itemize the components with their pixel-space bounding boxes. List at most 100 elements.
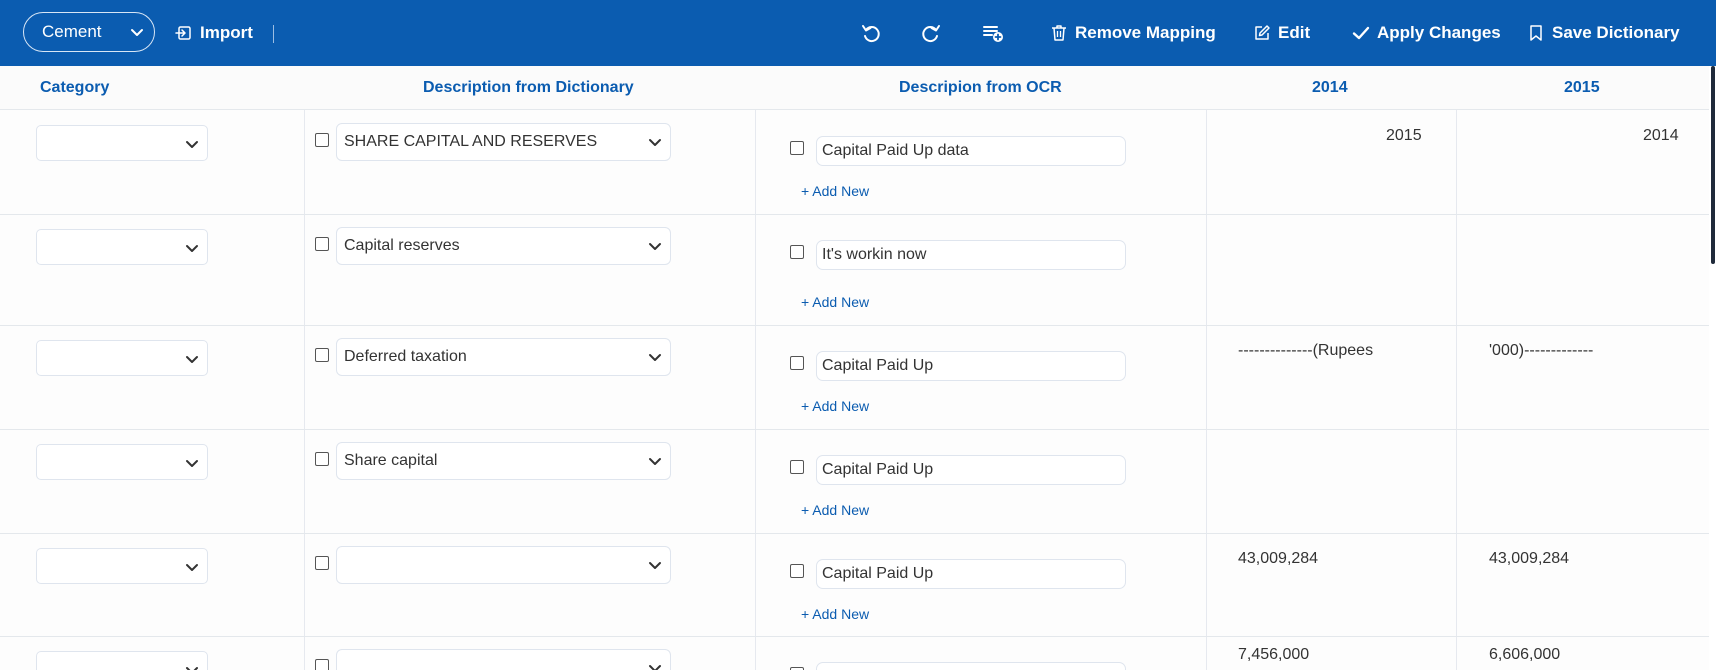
dictionary-select[interactable] [336, 649, 671, 670]
table-row: Capital Paid Up + Add New 43,009,284 43,… [0, 534, 1709, 637]
dictionary-select-value: Deferred taxation [344, 348, 467, 365]
add-new-link[interactable]: + Add New [801, 606, 869, 622]
dictionary-select[interactable]: Share capital [336, 442, 671, 480]
save-dictionary-label: Save Dictionary [1552, 23, 1680, 42]
add-new-link[interactable]: + Add New [801, 294, 869, 310]
apply-changes-label: Apply Changes [1377, 23, 1501, 42]
year-2014-value: 43,009,284 [1238, 550, 1319, 567]
ocr-checkbox[interactable] [790, 356, 804, 370]
chevron-down-icon [186, 667, 198, 670]
dictionary-select-value: SHARE CAPITAL AND RESERVES [344, 133, 598, 150]
chevron-down-icon [186, 141, 198, 148]
add-new-link[interactable]: + Add New [801, 183, 869, 199]
import-label: Import [200, 23, 253, 42]
dictionary-select[interactable]: SHARE CAPITAL AND RESERVES [336, 123, 671, 161]
add-list-icon[interactable] [982, 22, 1004, 44]
year-2015-value: '000)------------- [1489, 342, 1594, 359]
check-icon [1352, 26, 1370, 40]
chevron-down-icon [186, 356, 198, 363]
chevron-down-icon [131, 29, 143, 36]
dictionary-select-value: Capital reserves [344, 237, 460, 254]
ocr-description-text: Capital Paid Up data [822, 142, 969, 159]
header-year-2014[interactable]: 2014 [1312, 66, 1348, 110]
import-button[interactable]: Import [175, 22, 253, 44]
year-2015-value: 6,606,000 [1489, 646, 1561, 663]
chevron-down-icon [186, 245, 198, 252]
trash-icon [1052, 25, 1066, 41]
edit-button[interactable]: Edit [1253, 22, 1310, 44]
toolbar: Cement Import Remove Mapping Edit Apply … [0, 0, 1716, 66]
dictionary-checkbox[interactable] [315, 556, 329, 570]
dictionary-select[interactable]: Capital reserves [336, 227, 671, 265]
dictionary-select[interactable]: Deferred taxation [336, 338, 671, 376]
year-2015-value: 43,009,284 [1489, 550, 1570, 567]
category-select[interactable] [36, 340, 208, 376]
year-2014-value: --------------(Rupees [1238, 342, 1374, 359]
import-icon [175, 26, 191, 40]
apply-changes-button[interactable]: Apply Changes [1352, 22, 1501, 44]
dataset-select[interactable]: Cement [23, 12, 155, 52]
bookmark-icon [1530, 25, 1542, 41]
remove-mapping-button[interactable]: Remove Mapping [1050, 22, 1216, 44]
dictionary-checkbox[interactable] [315, 133, 329, 147]
chevron-down-icon [649, 243, 661, 250]
category-select[interactable] [36, 125, 208, 161]
ocr-description-text: Capital Paid Up [822, 357, 934, 374]
ocr-checkbox[interactable] [790, 460, 804, 474]
ocr-description-text: It's workin now [822, 246, 927, 263]
category-select[interactable] [36, 444, 208, 480]
chevron-down-icon [649, 562, 661, 569]
add-new-link[interactable]: + Add New [801, 398, 869, 414]
year-2014-value: 2015 [1386, 127, 1422, 144]
ocr-checkbox[interactable] [790, 141, 804, 155]
dictionary-checkbox[interactable] [315, 237, 329, 251]
mapping-table: Category Description from Dictionary Des… [0, 66, 1709, 670]
dataset-select-value: Cement [42, 22, 102, 41]
dictionary-select[interactable] [336, 546, 671, 584]
ocr-checkbox[interactable] [790, 564, 804, 578]
table-row: 7,456,000 6,606,000 [0, 637, 1709, 670]
header-description-dictionary[interactable]: Description from Dictionary [423, 66, 634, 110]
chevron-down-icon [186, 564, 198, 571]
toolbar-separator [273, 25, 274, 43]
table-header: Category Description from Dictionary Des… [0, 66, 1709, 110]
ocr-description-input[interactable]: It's workin now [816, 240, 1126, 270]
chevron-down-icon [649, 665, 661, 670]
chevron-down-icon [649, 139, 661, 146]
dictionary-select-value: Share capital [344, 452, 438, 469]
remove-mapping-label: Remove Mapping [1075, 23, 1216, 42]
vertical-scrollbar[interactable] [1711, 66, 1715, 264]
category-select[interactable] [36, 229, 208, 265]
ocr-description-input[interactable]: Capital Paid Up data [816, 136, 1126, 166]
dictionary-checkbox[interactable] [315, 452, 329, 466]
ocr-description-input[interactable]: Capital Paid Up [816, 455, 1126, 485]
year-2015-value: 2014 [1643, 127, 1679, 144]
category-select[interactable] [36, 548, 208, 584]
ocr-description-text: Capital Paid Up [822, 565, 934, 582]
chevron-down-icon [649, 354, 661, 361]
dictionary-checkbox[interactable] [315, 348, 329, 362]
ocr-description-input[interactable]: Capital Paid Up [816, 559, 1126, 589]
header-description-ocr[interactable]: Descripion from OCR [899, 66, 1062, 110]
chevron-down-icon [649, 458, 661, 465]
header-category[interactable]: Category [40, 66, 109, 110]
chevron-down-icon [186, 460, 198, 467]
edit-icon [1255, 25, 1270, 40]
year-2014-value: 7,456,000 [1238, 646, 1310, 663]
undo-icon[interactable] [860, 22, 882, 44]
table-row: Share capital Capital Paid Up + Add New [0, 430, 1709, 534]
ocr-checkbox[interactable] [790, 245, 804, 259]
ocr-description-input[interactable] [816, 662, 1126, 670]
add-new-link[interactable]: + Add New [801, 502, 869, 518]
category-select[interactable] [36, 651, 208, 670]
redo-icon[interactable] [920, 22, 942, 44]
header-year-2015[interactable]: 2015 [1564, 66, 1600, 110]
ocr-description-input[interactable]: Capital Paid Up [816, 351, 1126, 381]
dictionary-checkbox[interactable] [315, 659, 329, 670]
table-row: Deferred taxation Capital Paid Up + Add … [0, 326, 1709, 430]
table-row: Capital reserves It's workin now + Add N… [0, 215, 1709, 326]
table-row: SHARE CAPITAL AND RESERVES Capital Paid … [0, 111, 1709, 215]
save-dictionary-button[interactable]: Save Dictionary [1527, 22, 1680, 44]
edit-label: Edit [1278, 23, 1311, 42]
ocr-description-text: Capital Paid Up [822, 461, 934, 478]
